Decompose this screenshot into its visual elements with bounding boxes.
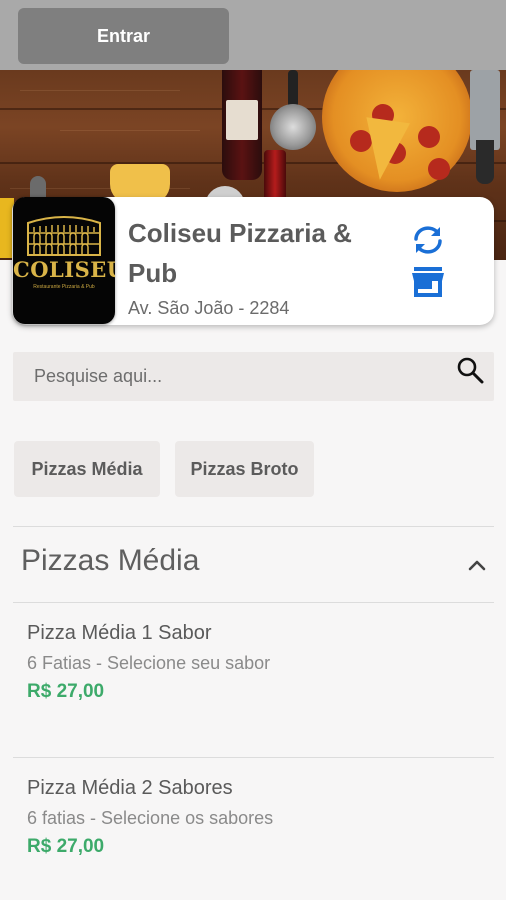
- logo-subtitle: Restaurante Pizzaria & Pub: [33, 284, 95, 290]
- product-name: Pizza Média 2 Sabores: [27, 777, 233, 799]
- colosseum-icon: [27, 216, 101, 256]
- product-name: Pizza Média 1 Sabor: [27, 622, 212, 644]
- store-name: Coliseu Pizzaria & Pub: [128, 218, 352, 288]
- product-price: R$ 27,00: [27, 836, 105, 857]
- category-chip-pizzas-broto[interactable]: Pizzas Broto: [175, 441, 314, 497]
- search-icon[interactable]: [456, 356, 484, 384]
- chevron-up-icon[interactable]: [464, 554, 490, 576]
- refresh-icon[interactable]: [410, 224, 446, 256]
- product-item[interactable]: Pizza Média 2 Sabores 6 fatias - Selecio…: [13, 757, 494, 900]
- login-button[interactable]: Entrar: [18, 8, 229, 64]
- search-bar: [13, 352, 494, 401]
- logo-text: COLISEU: [13, 257, 115, 282]
- product-description: 6 Fatias - Selecione seu sabor: [27, 653, 271, 673]
- divider: [13, 526, 494, 527]
- search-input[interactable]: [13, 352, 453, 401]
- top-bar: Entrar: [0, 0, 506, 70]
- store-address: Av. São João - 2284: [128, 298, 290, 318]
- category-chip-pizzas-media[interactable]: Pizzas Média: [14, 441, 160, 497]
- store-logo: COLISEU Restaurante Pizzaria & Pub: [13, 197, 115, 324]
- product-price: R$ 27,00: [27, 681, 105, 702]
- storefront-icon[interactable]: [411, 266, 445, 298]
- product-item[interactable]: Pizza Média 1 Sabor 6 Fatias - Selecione…: [13, 602, 494, 752]
- section-title: Pizzas Média: [21, 544, 200, 577]
- product-description: 6 fatias - Selecione os sabores: [27, 808, 274, 828]
